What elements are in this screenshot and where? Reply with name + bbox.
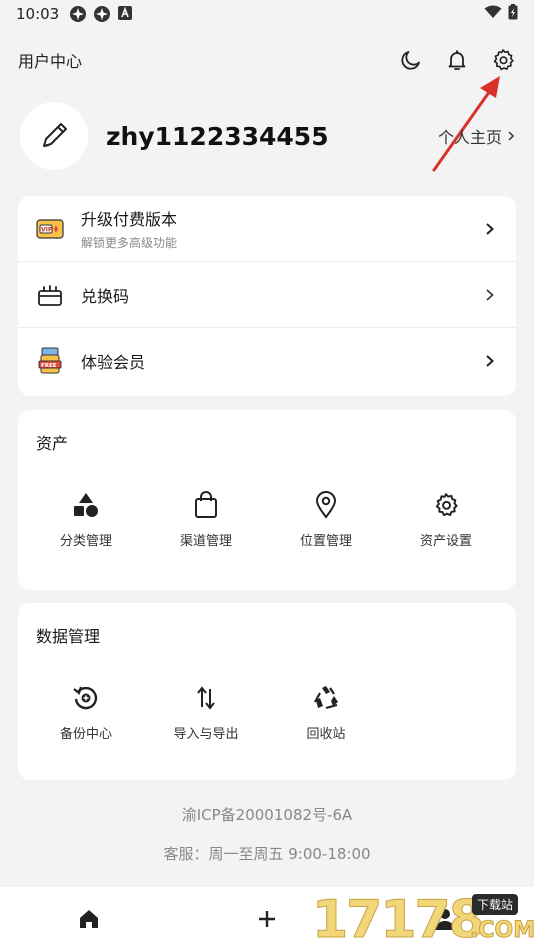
chevron-right-icon <box>482 287 498 303</box>
username: zhy1122334455 <box>106 121 329 151</box>
import-export-button[interactable]: 导入与导出 <box>146 683 266 742</box>
notification-button[interactable] <box>444 47 470 73</box>
category-management-button[interactable]: 分类管理 <box>26 490 146 549</box>
top-header: 用户中心 <box>0 40 534 80</box>
menu-item-upgrade[interactable]: VIP 升级付费版本 解锁更多高级功能 <box>18 196 516 262</box>
asset-settings-button[interactable]: 资产设置 <box>386 490 506 549</box>
location-pin-icon <box>311 490 341 520</box>
pen-icon <box>43 123 67 147</box>
wifi-icon <box>484 5 502 23</box>
assets-title: 资产 <box>36 434 69 453</box>
profile-section: zhy1122334455 个人主页 <box>20 100 516 172</box>
channel-management-label: 渠道管理 <box>179 534 232 549</box>
recycle-bin-button[interactable]: 回收站 <box>266 683 386 742</box>
assets-card: 资产 分类管理 渠道管理 位置管理 资产设置 <box>18 410 516 590</box>
svg-text:VIP: VIP <box>41 226 53 233</box>
menu-label-redeem-code: 兑换码 <box>81 286 130 306</box>
import-export-label: 导入与导出 <box>173 727 239 742</box>
recycle-bin-label: 回收站 <box>306 727 346 742</box>
chevron-right-icon <box>508 131 515 141</box>
free-gift-icon: FREE <box>36 347 64 375</box>
data-management-title: 数据管理 <box>36 627 101 646</box>
data-management-card: 数据管理 备份中心 导入与导出 回收站 <box>18 603 516 780</box>
backup-icon <box>71 683 101 713</box>
shapes-icon <box>71 490 101 520</box>
shopping-bag-icon <box>191 490 221 520</box>
backup-center-label: 备份中心 <box>59 727 112 742</box>
nav-home[interactable] <box>0 908 178 930</box>
moon-icon <box>401 51 420 70</box>
menu-label-upgrade: 升级付费版本 <box>81 210 178 229</box>
svg-text:FREE: FREE <box>41 363 57 369</box>
recycle-icon <box>311 683 341 713</box>
menu-card: VIP 升级付费版本 解锁更多高级功能 兑换码 FREE 体验会员 <box>18 196 516 396</box>
location-management-button[interactable]: 位置管理 <box>266 490 386 549</box>
icp-license: 渝ICP备20001082号-6A <box>181 806 353 824</box>
backup-center-button[interactable]: 备份中心 <box>26 683 146 742</box>
menu-label-trial-member: 体验会员 <box>81 353 146 372</box>
bottom-nav <box>0 887 534 950</box>
menu-item-redeem-code[interactable]: 兑换码 <box>18 262 516 328</box>
vip-ticket-icon: VIP <box>36 215 64 243</box>
android-icon <box>117 5 135 23</box>
avatar[interactable] <box>20 102 88 170</box>
status-bar: 10:03 <box>0 0 534 28</box>
plus-icon <box>259 910 275 927</box>
status-time: 10:03 <box>16 5 60 23</box>
page-title: 用户中心 <box>18 52 83 71</box>
battery-icon <box>508 4 518 24</box>
personal-homepage-link[interactable]: 个人主页 <box>438 124 516 148</box>
person-icon <box>435 908 455 930</box>
app-notification-icon <box>69 5 87 23</box>
category-management-label: 分类管理 <box>59 534 112 549</box>
chevron-right-icon <box>482 221 498 237</box>
menu-sub-upgrade: 解锁更多高级功能 <box>81 236 178 250</box>
channel-management-button[interactable]: 渠道管理 <box>146 490 266 549</box>
gear-icon <box>493 49 514 71</box>
settings-button[interactable] <box>490 47 516 73</box>
nav-profile[interactable] <box>356 907 534 931</box>
location-management-label: 位置管理 <box>299 534 352 549</box>
homepage-label: 个人主页 <box>437 128 502 147</box>
menu-item-trial-member[interactable]: FREE 体验会员 <box>18 328 516 394</box>
dark-mode-button[interactable] <box>398 47 424 73</box>
gear-icon <box>431 490 461 520</box>
asset-settings-label: 资产设置 <box>419 534 472 549</box>
gift-box-icon <box>36 281 64 309</box>
nav-add[interactable] <box>178 909 356 929</box>
app-notification-icon-2 <box>93 5 111 23</box>
chevron-right-icon <box>482 353 498 369</box>
import-export-icon <box>191 683 221 713</box>
bell-icon <box>448 50 466 70</box>
customer-service-hours: 客服：周一至周五 9:00-18:00 <box>163 845 371 863</box>
home-icon <box>80 909 98 928</box>
